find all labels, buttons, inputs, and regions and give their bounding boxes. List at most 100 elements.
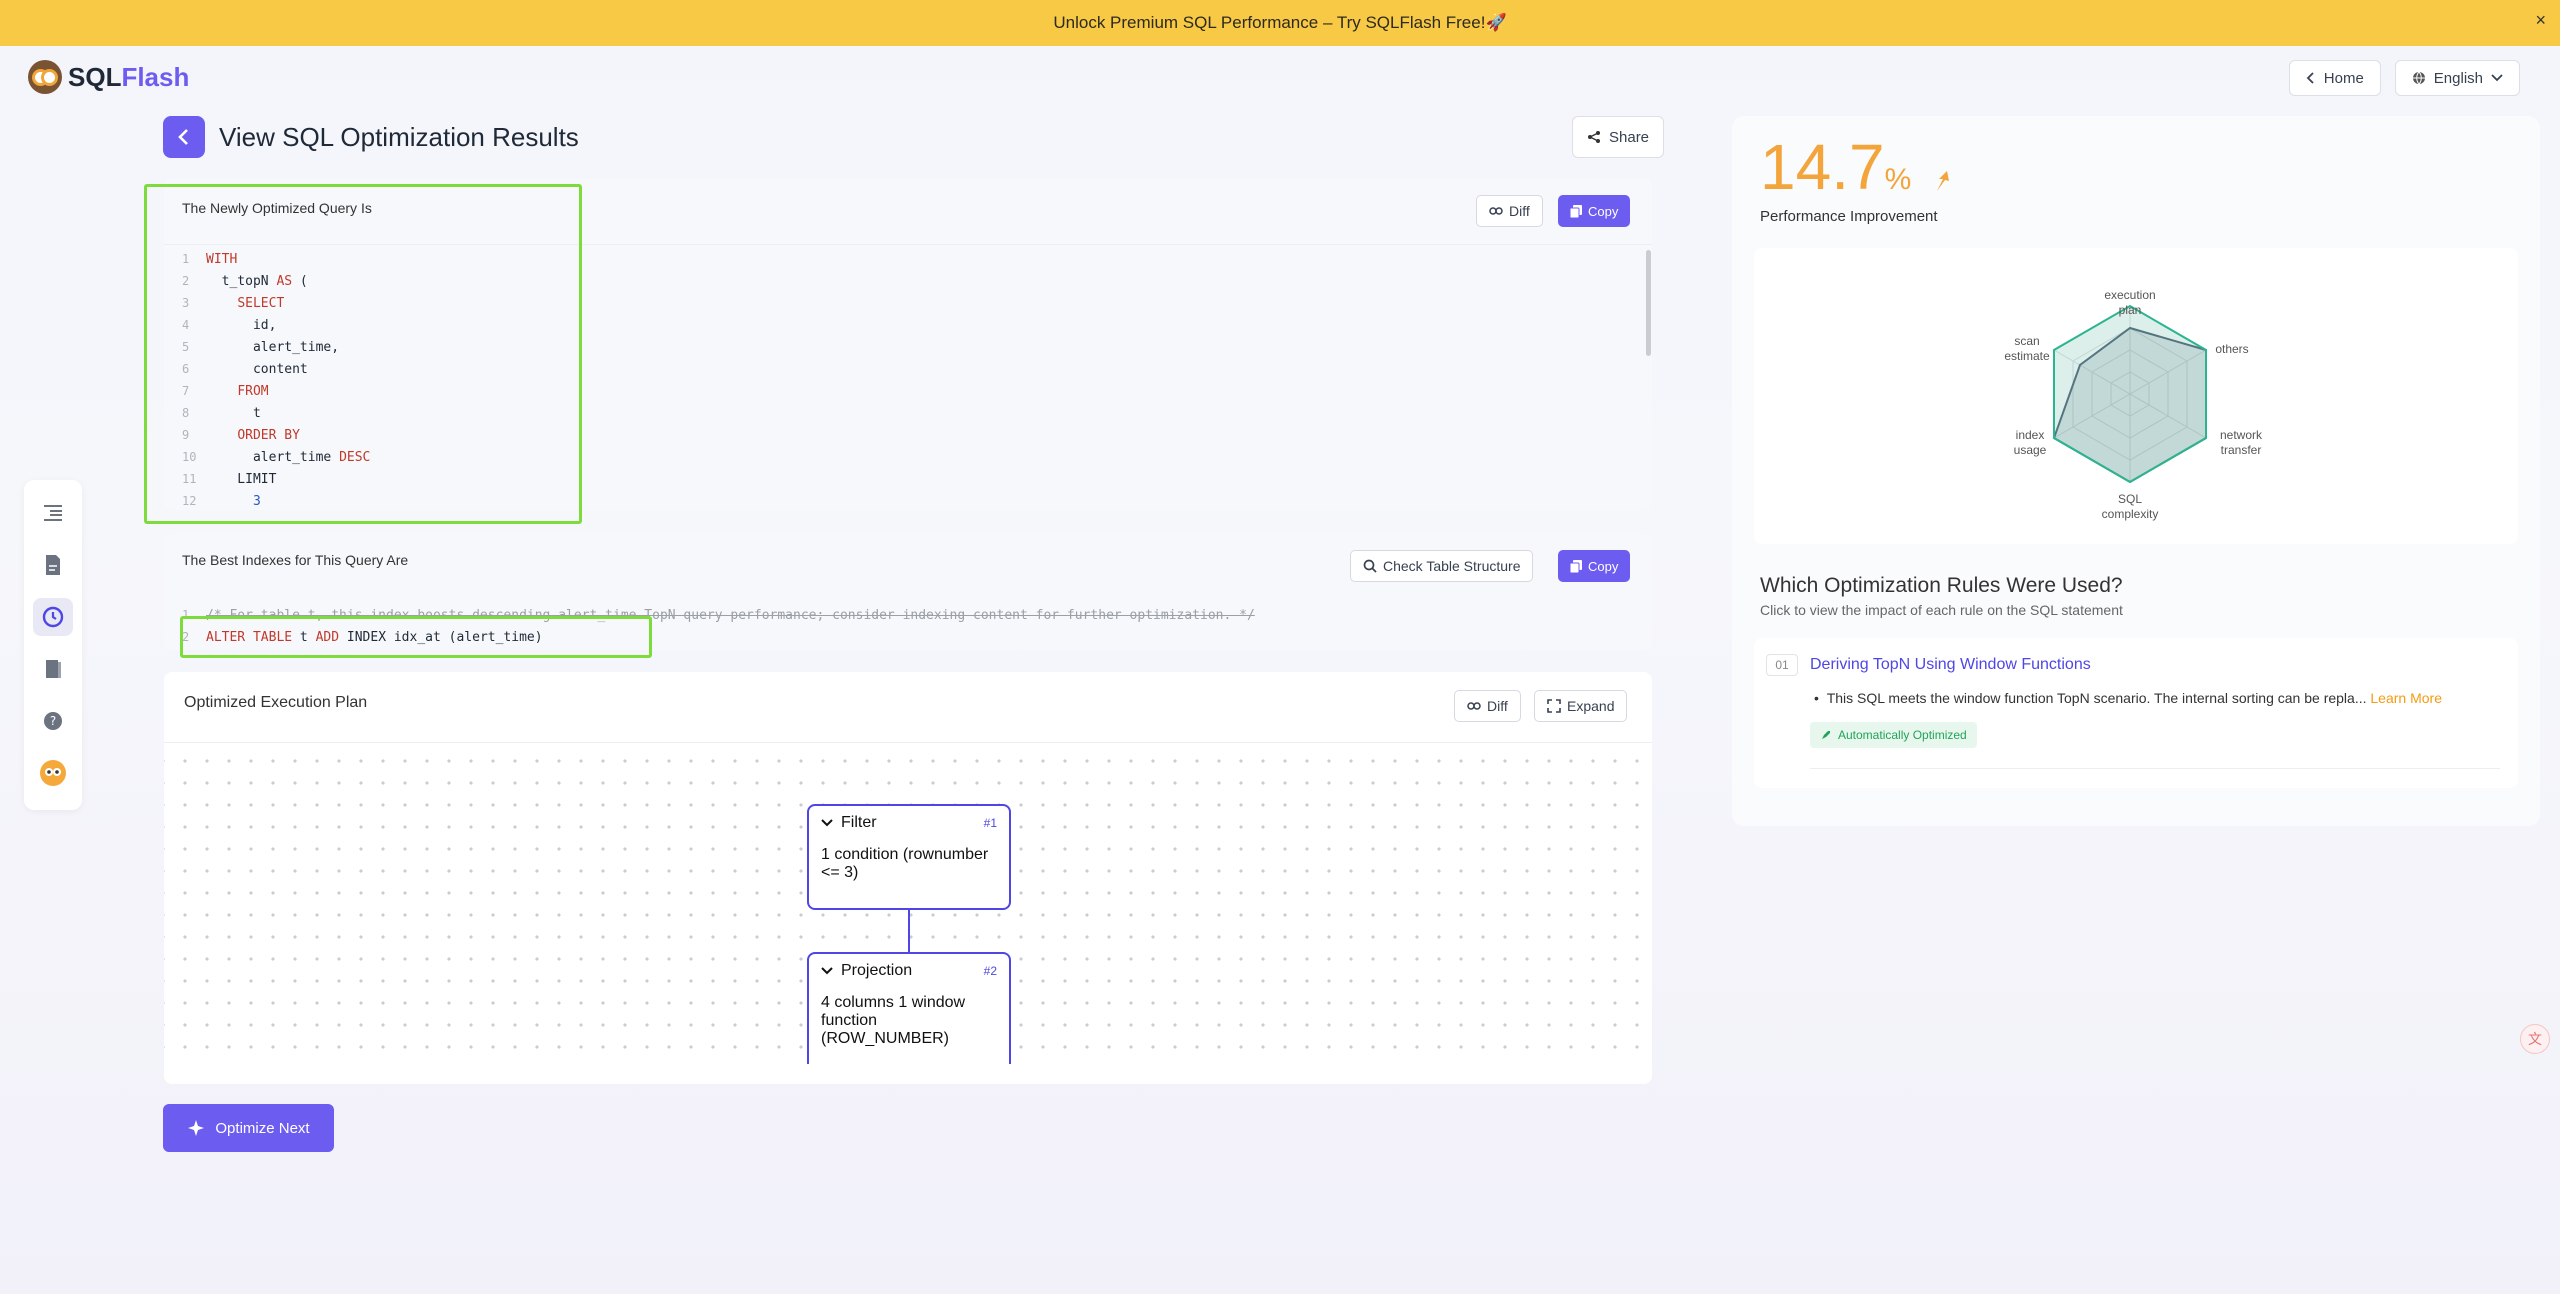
line-number: 5 <box>182 340 190 354</box>
translate-float-icon[interactable]: 文 <box>2520 1024 2550 1054</box>
line-number: 8 <box>182 406 190 420</box>
code-line: 10 alert_time DESC <box>182 446 370 468</box>
sidebar-item-document[interactable] <box>33 546 73 584</box>
rule-name-link[interactable]: Deriving TopN Using Window Functions <box>1810 656 2091 674</box>
line-number: 2 <box>182 630 190 644</box>
page-title: View SQL Optimization Results <box>219 121 579 152</box>
code-token: ORDER BY <box>237 427 300 443</box>
plan-node-id: #1 <box>983 816 997 830</box>
back-button[interactable] <box>163 116 205 158</box>
optimize-next-button[interactable]: Optimize Next <box>163 1104 334 1152</box>
code-token: alert_time <box>206 449 340 465</box>
expand-icon <box>1547 699 1561 713</box>
index-copy-label: Copy <box>1588 558 1619 574</box>
home-button[interactable]: Home <box>2288 60 2381 96</box>
code-token: t <box>206 405 261 421</box>
svg-text:?: ? <box>50 714 56 728</box>
code-line: 9 ORDER BY <box>182 424 370 446</box>
code-line: 7 FROM <box>182 380 370 402</box>
page-header: View SQL Optimization Results <box>163 116 579 158</box>
code-line: 1 /* For table t, this index boosts desce… <box>182 604 1255 626</box>
plan-node-projection[interactable]: Projection #2 4 columns 1 window functio… <box>807 952 1011 1064</box>
banner-close-icon[interactable]: × <box>2535 10 2546 31</box>
plan-expand-button[interactable]: Expand <box>1534 690 1628 722</box>
line-number: 11 <box>182 472 197 486</box>
plan-node-id: #2 <box>983 964 997 978</box>
code-scrollbar[interactable] <box>1646 250 1651 356</box>
rule-index: 01 <box>1766 654 1798 676</box>
code-token: SELECT <box>237 295 285 311</box>
line-number: 10 <box>182 450 197 464</box>
performance-number: 14.7 <box>1760 131 1885 203</box>
code-line: 12 3 <box>182 490 370 512</box>
code-line: 2 t_topN AS ( <box>182 270 370 292</box>
code-line: 5 alert_time, <box>182 336 370 358</box>
chevron-down-icon[interactable] <box>821 967 833 975</box>
chevron-down-icon[interactable] <box>821 819 833 827</box>
chevron-down-icon <box>2491 74 2503 82</box>
divider <box>164 742 1652 743</box>
radar-label-estimate: estimate <box>2004 349 2050 363</box>
rules-subtitle: Click to view the impact of each rule on… <box>1760 602 2123 618</box>
query-copy-button[interactable]: Copy <box>1558 195 1631 227</box>
plan-diff-label: Diff <box>1487 698 1508 714</box>
sparkle-icon <box>188 1120 205 1136</box>
index-code[interactable]: 1 /* For table t, this index boosts desce… <box>182 604 1255 648</box>
code-token: DESC <box>339 449 371 465</box>
divider <box>164 244 1652 245</box>
code-line: 6 content <box>182 358 370 380</box>
plan-diff-button[interactable]: Diff <box>1454 690 1521 722</box>
chevron-left-icon <box>2306 72 2314 84</box>
help-icon: ? <box>44 712 62 730</box>
sidebar-item-help[interactable]: ? <box>33 702 73 740</box>
check-table-structure-button[interactable]: Check Table Structure <box>1350 550 1534 582</box>
plan-node-detail: 1 condition (rownumber <= 3) <box>821 846 989 881</box>
code-token: FROM <box>237 383 269 399</box>
language-select[interactable]: English <box>2394 60 2520 96</box>
sidebar-item-history[interactable] <box>33 598 73 636</box>
home-button-label: Home <box>2323 69 2364 87</box>
radar-label-execution-plan: execution plan <box>2104 288 2156 317</box>
query-diff-button[interactable]: Diff <box>1476 195 1543 227</box>
auto-optimized-badge: Automatically Optimized <box>1810 722 1977 748</box>
sidebar-item-list[interactable] <box>33 494 73 532</box>
code-token: WITH <box>206 251 238 267</box>
optimize-next-label: Optimize Next <box>215 1119 310 1137</box>
radar-label-transfer: transfer <box>2220 443 2262 457</box>
plan-node-detail: 4 columns 1 window function (ROW_NUMBER) <box>821 994 966 1047</box>
code-token: t_topN <box>206 273 277 289</box>
radar-label-index-usage: index usage <box>2010 428 2050 458</box>
code-token: INDEX idx_at (alert_time) <box>339 629 543 645</box>
logo-text: SQLFlash <box>68 62 189 93</box>
promo-banner[interactable]: Unlock Premium SQL Performance – Try SQL… <box>0 0 2560 46</box>
performance-value: 14.7% <box>1760 130 1957 204</box>
promo-banner-text[interactable]: Unlock Premium SQL Performance – Try SQL… <box>1053 13 1506 33</box>
sidebar-item-docs[interactable] <box>33 650 73 688</box>
radar-chart: execution plan others network transfer SQ… <box>1754 248 2518 544</box>
top-nav: Home English <box>2288 60 2520 96</box>
plan-node-filter[interactable]: Filter #1 1 condition (rownumber <= 3) <box>807 804 1011 910</box>
code-line: 2 ALTER TABLE t ADD INDEX idx_at (alert_t… <box>182 626 1255 648</box>
share-button[interactable]: Share <box>1572 116 1665 158</box>
code-token: AS <box>276 273 293 289</box>
sidebar-item-profile[interactable] <box>33 754 73 792</box>
language-label: English <box>2433 69 2483 87</box>
execution-plan-canvas[interactable]: Filter #1 1 condition (rownumber <= 3) P… <box>164 744 1652 1064</box>
optimized-query-card: The Newly Optimized Query Is Diff Copy <box>164 178 1652 510</box>
line-number: 1 <box>182 608 190 622</box>
code-line: 3 SELECT <box>182 292 370 314</box>
learn-more-link[interactable]: Learn More <box>2370 690 2442 706</box>
logo[interactable]: SQLFlash <box>28 60 189 94</box>
logo-text-sql: SQL <box>68 61 122 92</box>
rule-card[interactable]: 01 Deriving TopN Using Window Functions … <box>1754 638 2518 788</box>
globe-icon <box>2412 71 2425 85</box>
index-copy-button[interactable]: Copy <box>1558 550 1631 582</box>
code-line: 4 id, <box>182 314 370 336</box>
radar-label-scan-estimate: scan estimate <box>2004 334 2050 364</box>
optimized-query-code[interactable]: 1 WITH 2 t_topN AS (3 SELECT 4 id, 5 alert_t… <box>182 248 370 512</box>
link-icon <box>1489 207 1503 215</box>
radar-label-network: network <box>2219 428 2263 442</box>
